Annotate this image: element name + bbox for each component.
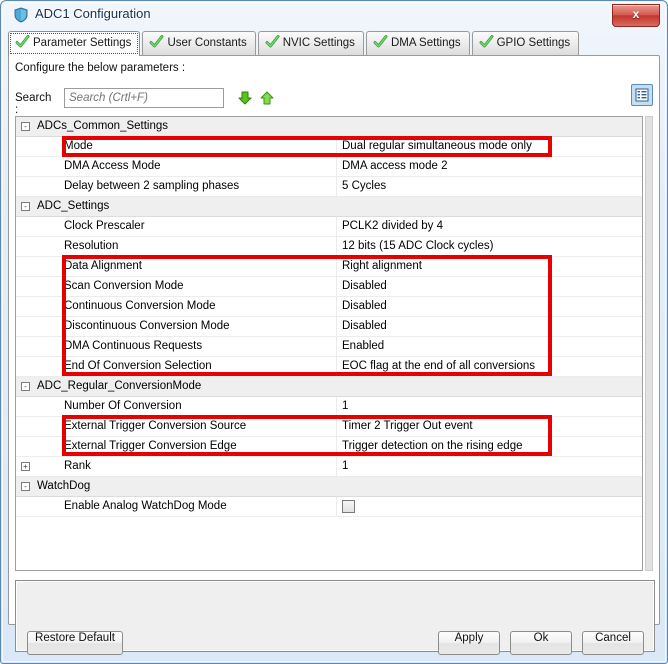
table-row[interactable]: Clock Prescaler PCLK2 divided by 4 [16, 217, 642, 237]
green-check-icon [149, 35, 164, 49]
tab-dma-settings[interactable]: DMA Settings [365, 31, 470, 55]
ok-button[interactable]: Ok [510, 631, 572, 655]
table-row[interactable]: End Of Conversion Selection EOC flag at … [16, 357, 642, 377]
search-input[interactable] [64, 88, 224, 108]
tree-scrollbar-thumb[interactable] [646, 117, 652, 570]
dialog-footer: Restore Default Apply Ok Cancel [1, 627, 667, 663]
table-row[interactable]: Continuous Conversion Mode Disabled [16, 297, 642, 317]
parameter-name: Clock Prescaler [64, 220, 145, 232]
analog-watchdog-checkbox[interactable] [342, 500, 355, 513]
parameter-value[interactable]: Disabled [336, 277, 642, 296]
tree-group-row[interactable]: - ADCs_Common_Settings [16, 117, 642, 137]
table-row[interactable]: External Trigger Conversion Edge Trigger… [16, 437, 642, 457]
table-row[interactable]: Discontinuous Conversion Mode Disabled [16, 317, 642, 337]
parameter-name: Discontinuous Conversion Mode [64, 320, 230, 332]
parameter-name: DMA Continuous Requests [64, 340, 203, 352]
restore-default-button[interactable]: Restore Default [27, 631, 123, 655]
parameter-name: Mode [64, 140, 93, 152]
parameter-value[interactable]: 12 bits (15 ADC Clock cycles) [336, 237, 642, 256]
tab-label: NVIC Settings [282, 37, 355, 49]
table-row[interactable]: Delay between 2 sampling phases 5 Cycles [16, 177, 642, 197]
parameter-name: External Trigger Conversion Edge [64, 440, 237, 452]
collapse-expander-icon[interactable]: - [21, 382, 30, 391]
parameter-name: Delay between 2 sampling phases [64, 180, 240, 192]
table-row[interactable]: Scan Conversion Mode Disabled [16, 277, 642, 297]
group-label: ADCs_Common_Settings [37, 120, 169, 132]
parameter-value[interactable]: Enabled [336, 337, 642, 356]
parameter-value[interactable]: Disabled [336, 317, 642, 336]
tab-label: Parameter Settings [33, 37, 132, 49]
table-row[interactable]: DMA Continuous Requests Enabled [16, 337, 642, 357]
cancel-button[interactable]: Cancel [582, 631, 644, 655]
adc-configuration-window: ADC1 Configuration x Parameter Settings … [0, 0, 668, 664]
tab-user-constants[interactable]: User Constants [142, 31, 256, 55]
table-row[interactable]: Mode Dual regular simultaneous mode only [16, 137, 642, 157]
parameter-name: Data Alignment [64, 260, 142, 272]
tab-label: User Constants [167, 37, 247, 49]
group-label: ADC_Regular_ConversionMode [37, 380, 202, 392]
tab-gpio-settings[interactable]: GPIO Settings [471, 31, 580, 55]
parameter-value[interactable]: 1 [336, 457, 642, 476]
green-check-icon [265, 35, 280, 49]
table-row[interactable]: Enable Analog WatchDog Mode [16, 497, 642, 517]
green-check-icon [373, 35, 388, 49]
collapse-expander-icon[interactable]: - [21, 482, 30, 491]
table-row[interactable]: Number Of Conversion 1 [16, 397, 642, 417]
tree-group-row[interactable]: - WatchDog [16, 477, 642, 497]
parameter-name: Rank [64, 460, 91, 472]
green-arrow-up-icon[interactable] [259, 90, 275, 106]
parameter-name: DMA Access Mode [64, 160, 161, 172]
tab-label: DMA Settings [390, 37, 461, 49]
parameter-name: External Trigger Conversion Source [64, 420, 247, 432]
tab-strip: Parameter Settings User Constants NVIC S… [8, 31, 660, 56]
green-arrow-down-icon[interactable] [237, 90, 253, 106]
collapse-expander-icon[interactable]: - [21, 202, 30, 211]
tab-nvic-settings[interactable]: NVIC Settings [257, 31, 364, 55]
tree-group-row[interactable]: - ADC_Regular_ConversionMode [16, 377, 642, 397]
parameter-settings-panel: Configure the below parameters : Search … [8, 55, 660, 652]
list-view-icon[interactable] [631, 84, 653, 106]
table-row[interactable]: DMA Access Mode DMA access mode 2 [16, 157, 642, 177]
parameter-value[interactable]: EOC flag at the end of all conversions [336, 357, 642, 376]
shield-icon [13, 7, 29, 23]
parameter-value[interactable]: Disabled [336, 297, 642, 316]
parameter-name: End Of Conversion Selection [64, 360, 212, 372]
tree-group-row[interactable]: - ADC_Settings [16, 197, 642, 217]
group-label: ADC_Settings [37, 200, 110, 212]
table-row[interactable]: External Trigger Conversion Source Timer… [16, 417, 642, 437]
parameter-name: Number Of Conversion [64, 400, 182, 412]
parameter-name: Scan Conversion Mode [64, 280, 184, 292]
tab-parameter-settings[interactable]: Parameter Settings [8, 31, 141, 56]
table-row[interactable]: + Rank 1 [16, 457, 642, 477]
parameter-value[interactable]: Dual regular simultaneous mode only [336, 137, 642, 156]
parameter-name: Resolution [64, 240, 119, 252]
title-bar: ADC1 Configuration x [1, 1, 667, 29]
window-title: ADC1 Configuration [35, 6, 151, 21]
tree-scrollbar[interactable] [645, 116, 653, 571]
parameter-value[interactable]: 1 [336, 397, 642, 416]
expand-expander-icon[interactable]: + [21, 462, 30, 471]
parameter-name: Continuous Conversion Mode [64, 300, 216, 312]
parameter-value[interactable]: 5 Cycles [336, 177, 642, 196]
collapse-expander-icon[interactable]: - [21, 122, 30, 131]
search-label: Search : [15, 92, 52, 116]
parameter-tree[interactable]: - ADCs_Common_Settings Mode Dual regular… [15, 116, 643, 571]
tab-label: GPIO Settings [496, 37, 571, 49]
apply-button[interactable]: Apply [438, 631, 500, 655]
parameter-name: Enable Analog WatchDog Mode [64, 500, 227, 512]
parameter-value[interactable]: Right alignment [336, 257, 642, 276]
green-check-icon [15, 35, 30, 49]
table-row[interactable]: Data Alignment Right alignment [16, 257, 642, 277]
configure-instruction: Configure the below parameters : [15, 62, 186, 74]
close-button[interactable]: x [612, 4, 660, 27]
parameter-value[interactable]: Trigger detection on the rising edge [336, 437, 642, 456]
parameter-value[interactable]: PCLK2 divided by 4 [336, 217, 642, 236]
parameter-value[interactable]: Timer 2 Trigger Out event [336, 417, 642, 436]
group-label: WatchDog [37, 480, 91, 492]
table-row[interactable]: Resolution 12 bits (15 ADC Clock cycles) [16, 237, 642, 257]
parameter-value[interactable]: DMA access mode 2 [336, 157, 642, 176]
green-check-icon [479, 35, 494, 49]
